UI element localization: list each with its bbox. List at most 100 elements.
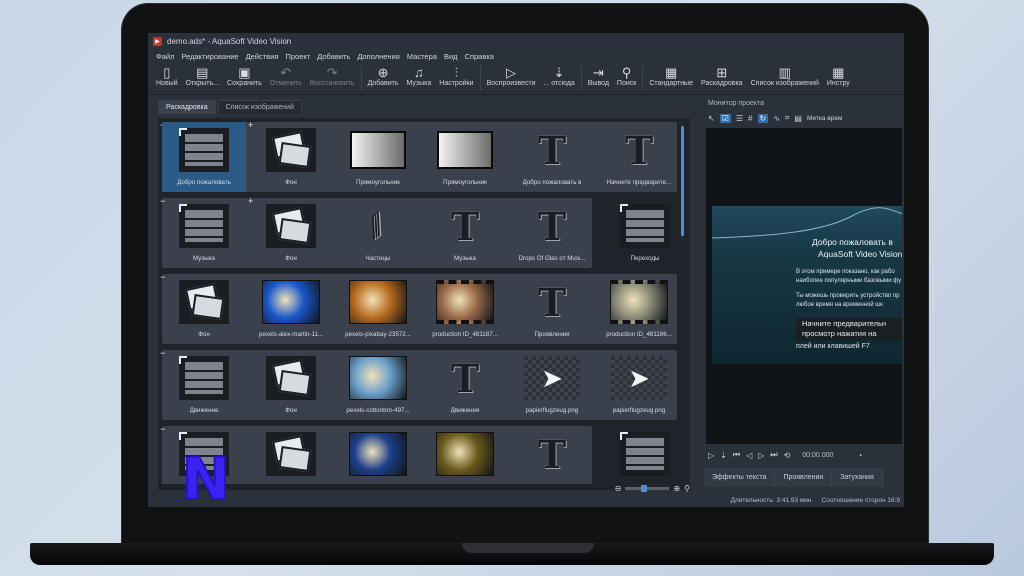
preview-text-3: Ты можешь проверить устройство пр — [796, 293, 900, 299]
storyboard-item[interactable]: ⁄⁄⁄ Частицы — [336, 198, 420, 268]
grid-icon[interactable]: # — [748, 114, 752, 123]
path-icon[interactable]: ↻ — [757, 113, 769, 123]
zoom-in-icon[interactable]: ⊕ — [673, 484, 680, 493]
tab-image-list[interactable]: Список изображений — [217, 100, 302, 114]
menu-help[interactable]: Справка — [465, 52, 494, 61]
tools-button[interactable]: ▦ Инстру — [823, 63, 854, 93]
storyboard-item[interactable]: pexels-pixabay-23572... — [336, 274, 420, 344]
play-button[interactable]: ▷ Воспроизвести — [483, 63, 540, 93]
tab-fade-out[interactable]: Затухания — [832, 468, 883, 487]
prev-frame-icon[interactable]: ◁ — [746, 451, 752, 460]
storyboard-item[interactable]: T Начните предварите... — [597, 122, 681, 192]
item-label: Музыка — [193, 255, 215, 262]
align-icon[interactable]: ☰ — [736, 114, 743, 123]
insert-marker-icon[interactable]: + — [248, 120, 253, 130]
toolbar-separator — [580, 65, 582, 91]
storyboard-item[interactable]: Движение — [162, 350, 246, 420]
play-from-icon[interactable]: ⇣ — [720, 451, 727, 460]
storyboard-item[interactable]: Добро пожаловать — [162, 122, 246, 192]
tab-text-effects[interactable]: Эффекты текста — [704, 468, 776, 487]
storyboard-item[interactable] — [423, 426, 507, 490]
save-button[interactable]: ▣ Сохранить — [223, 63, 266, 93]
storyboard-item[interactable] — [603, 426, 687, 490]
storyboard-row[interactable]: −Добро пожаловатьФонПрямоугольникПрямоуг… — [160, 120, 677, 192]
storyboard-item[interactable]: ➤ papierflugzeug.png — [597, 350, 681, 420]
open-button[interactable]: ▤ Открыть... — [182, 63, 223, 93]
storyboard-item[interactable]: T Проявления — [510, 274, 594, 344]
storyboard-layout-button[interactable]: ⊞ Раскадровка — [697, 63, 747, 93]
menu-extras[interactable]: Дополнения — [357, 52, 399, 61]
storyboard-item[interactable]: production ID_481187... — [423, 274, 507, 344]
storyboard-item[interactable]: Фон — [162, 274, 246, 344]
storyboard-item[interactable]: ➤ papierflugzeug.png — [510, 350, 594, 420]
storyboard-area[interactable]: −Добро пожаловатьФонПрямоугольникПрямоуг… — [158, 118, 690, 490]
menu-view[interactable]: Вид — [444, 52, 458, 61]
tab-storyboard[interactable]: Раскадровка — [158, 100, 216, 114]
export-icon: ⇥ — [592, 65, 604, 80]
storyboard-item[interactable] — [336, 426, 420, 490]
item-label: Прямоугольник — [356, 179, 400, 186]
storyboard-item[interactable]: T Музыка — [423, 198, 507, 268]
tab-fade-in[interactable]: Проявления — [775, 468, 833, 487]
item-label: Drops Of Glas от Musi... — [518, 255, 586, 262]
music-button[interactable]: ♫ Музыка — [403, 63, 436, 93]
redo-button[interactable]: ↷ Восстановить — [306, 63, 359, 93]
loop-icon[interactable]: ⟲ — [784, 451, 791, 460]
storyboard-item[interactable]: Музыка — [162, 198, 246, 268]
storyboard-item[interactable]: Фон — [249, 350, 333, 420]
crop-icon[interactable]: ⌗ — [785, 113, 790, 123]
storyboard-item[interactable]: Прямоугольник — [423, 122, 507, 192]
storyboard-item[interactable]: production ID_481186... — [597, 274, 681, 344]
menu-wizards[interactable]: Мастера — [407, 52, 437, 61]
insert-marker-icon[interactable]: + — [248, 196, 253, 206]
zoom-out-icon[interactable]: ⊖ — [615, 484, 622, 493]
item-thumbnail: T — [523, 127, 581, 173]
curve-icon[interactable]: ∿ — [773, 114, 780, 123]
add-button[interactable]: ⊕ Добавить — [364, 63, 403, 93]
preview-canvas[interactable]: Добро пожаловать в AquaSoft Video Vision… — [706, 128, 902, 444]
storyboard-item[interactable]: Фон — [249, 122, 333, 192]
storyboard-row[interactable]: − Движение Фон pexels-cottonbro-497... T Движ… — [160, 348, 677, 420]
volume-icon[interactable]: ◔ — [857, 451, 862, 460]
zoom-slider-knob[interactable] — [641, 485, 648, 492]
image-list-button[interactable]: ▥ Список изображений — [747, 63, 823, 93]
new-button[interactable]: ▯ Новый — [152, 63, 182, 93]
storyboard-row[interactable]: − Музыка Фон ⁄⁄⁄ Частицы T Музыка T Drops Of Gla… — [160, 196, 670, 268]
storyboard-item[interactable]: T — [510, 426, 594, 490]
storyboard-row[interactable]: − Фон pexels-alex-martin-11... pexels-pixab… — [160, 272, 677, 344]
play-icon[interactable]: ▷ — [708, 451, 714, 460]
storyboard-item[interactable]: T Drops Of Glas от Musi... — [510, 198, 594, 268]
undo-button[interactable]: ↶ Отменить — [266, 63, 306, 93]
text-icon: T — [624, 127, 654, 173]
next-frame-icon[interactable]: ▷ — [758, 451, 764, 460]
storyboard-item[interactable] — [249, 426, 333, 490]
export-button[interactable]: ⇥ Вывод — [584, 63, 613, 93]
menu-project[interactable]: Проект — [285, 52, 310, 61]
menu-actions[interactable]: Действия — [246, 52, 279, 61]
storyboard-item[interactable]: Фон — [249, 198, 333, 268]
background-images-icon — [266, 204, 316, 248]
time-marker-icon[interactable]: ▤ — [794, 114, 802, 123]
storyboard-item[interactable]: Прямоугольник — [336, 122, 420, 192]
background-images-icon — [266, 128, 316, 172]
storyboard-item[interactable]: T Движения — [423, 350, 507, 420]
step-forward-icon[interactable]: ⏭ — [770, 450, 777, 460]
menu-add[interactable]: Добавить — [317, 52, 350, 61]
storyboard-item[interactable]: pexels-cottonbro-497... — [336, 350, 420, 420]
play-from-here-button[interactable]: ⇣... отсюда — [540, 63, 579, 93]
sliders-icon: ⫶ — [454, 65, 459, 80]
zoom-fit-icon[interactable]: ⚲ — [684, 484, 690, 493]
search-button[interactable]: ⚲ Поиск — [613, 63, 640, 93]
standard-layout-button[interactable]: ▦ Стандартные — [645, 63, 697, 93]
zoom-slider[interactable] — [625, 485, 670, 492]
item-label: Добро пожаловать — [177, 179, 231, 186]
step-back-icon[interactable]: ⏮ — [733, 450, 740, 460]
storyboard-item[interactable]: pexels-alex-martin-11... — [249, 274, 333, 344]
settings-button[interactable]: ⫶ Настройки — [435, 63, 477, 93]
storyboard-item[interactable]: Переходы — [603, 198, 687, 268]
checkbox-icon[interactable]: ☑ — [719, 113, 731, 123]
menu-file[interactable]: Файл — [156, 52, 174, 61]
menu-edit[interactable]: Редактирование — [181, 52, 238, 61]
storyboard-item[interactable]: T Добро пожаловать в — [510, 122, 594, 192]
pointer-icon[interactable]: ↖ — [708, 114, 715, 123]
